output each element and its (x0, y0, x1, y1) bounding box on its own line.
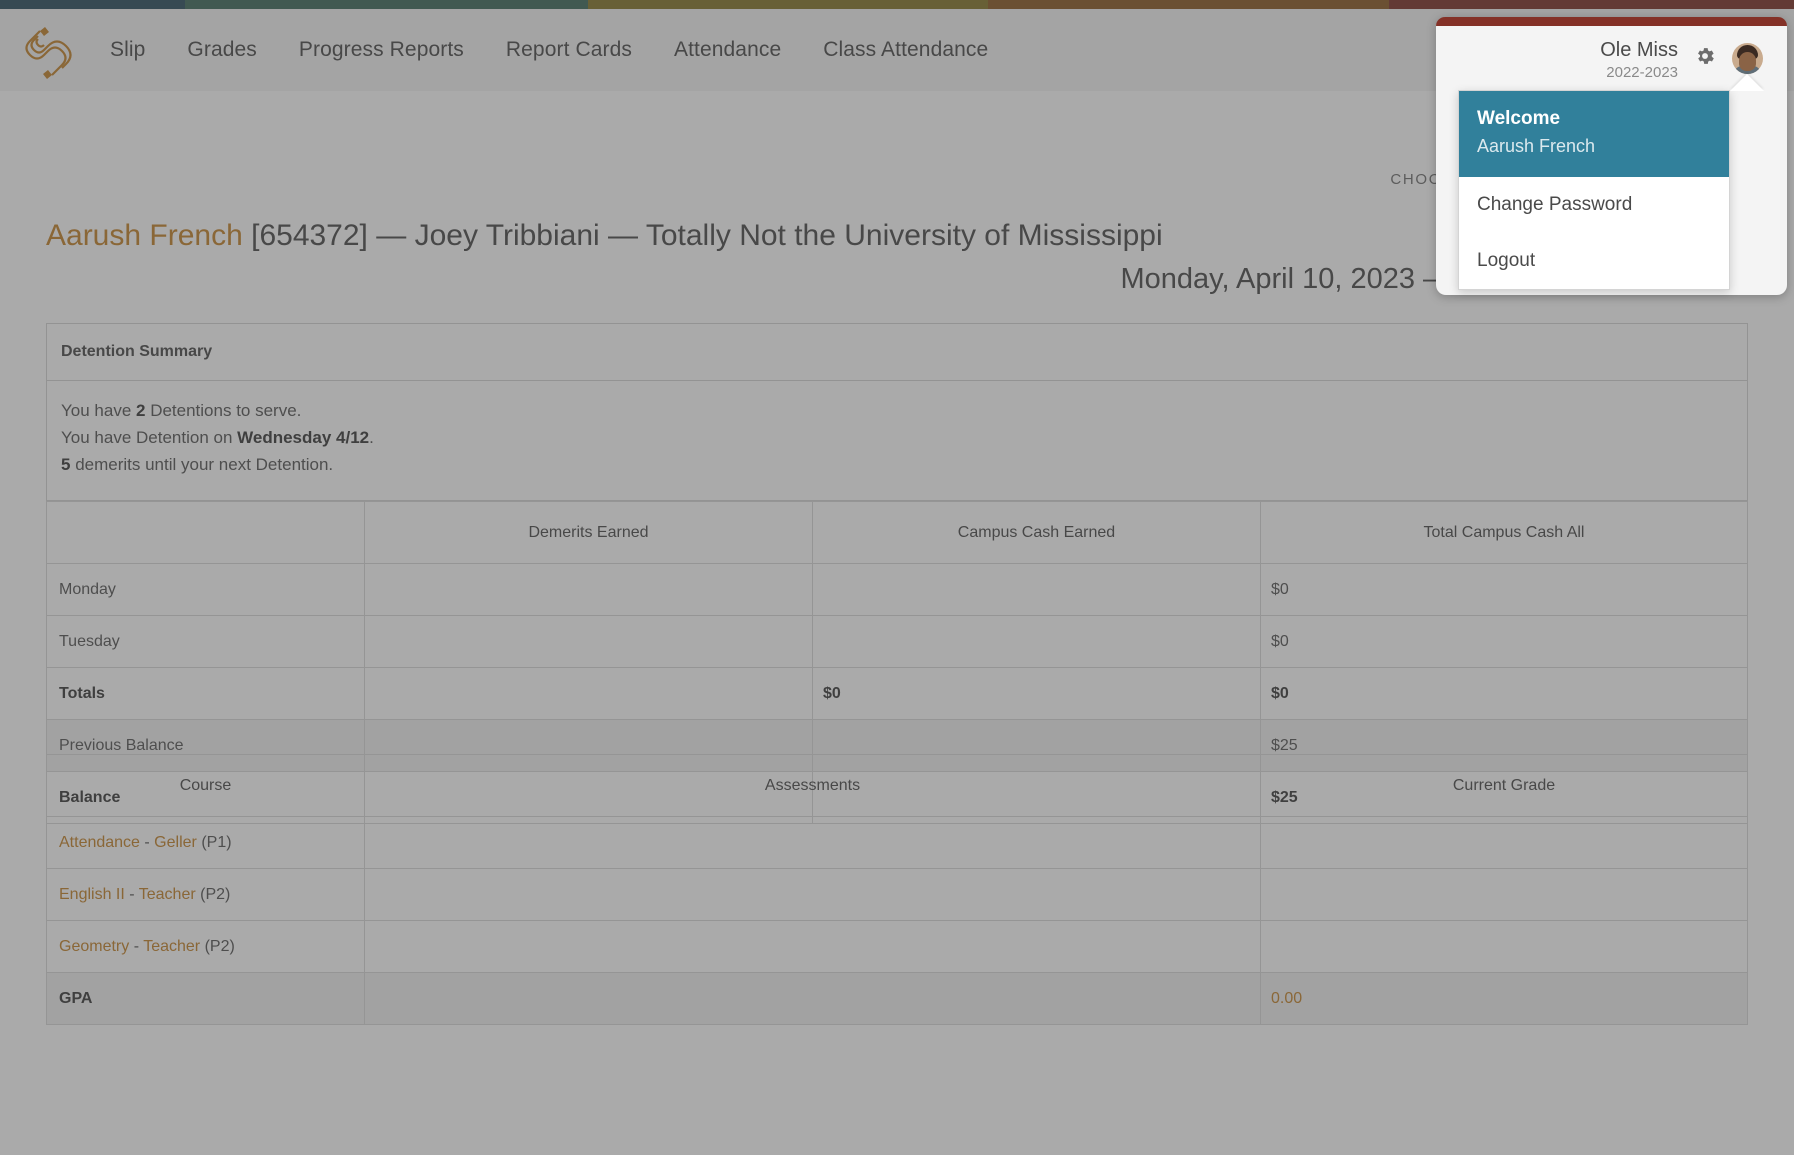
user-popover-host: Ole Miss 2022-2023 Welcome Aarush French… (1436, 17, 1787, 295)
popover-gear-icon[interactable] (1694, 37, 1716, 72)
popover-school-name: Ole Miss (1600, 39, 1678, 61)
menu-welcome-header: Welcome Aarush French (1459, 91, 1729, 177)
popover-caret-icon (1730, 74, 1764, 91)
app-root: Slip Grades Progress Reports Report Card… (0, 0, 1794, 1155)
welcome-user-name: Aarush French (1477, 136, 1596, 156)
popover-school-year: 2022-2023 (1606, 64, 1678, 81)
menu-item-change-password[interactable]: Change Password (1459, 177, 1729, 233)
popover-avatar[interactable] (1732, 43, 1763, 74)
welcome-title: Welcome (1477, 108, 1561, 129)
user-dropdown-menu: Welcome Aarush French Change Password Lo… (1458, 90, 1730, 290)
menu-item-logout[interactable]: Logout (1459, 233, 1729, 289)
popover-accent-strip (1436, 17, 1787, 26)
